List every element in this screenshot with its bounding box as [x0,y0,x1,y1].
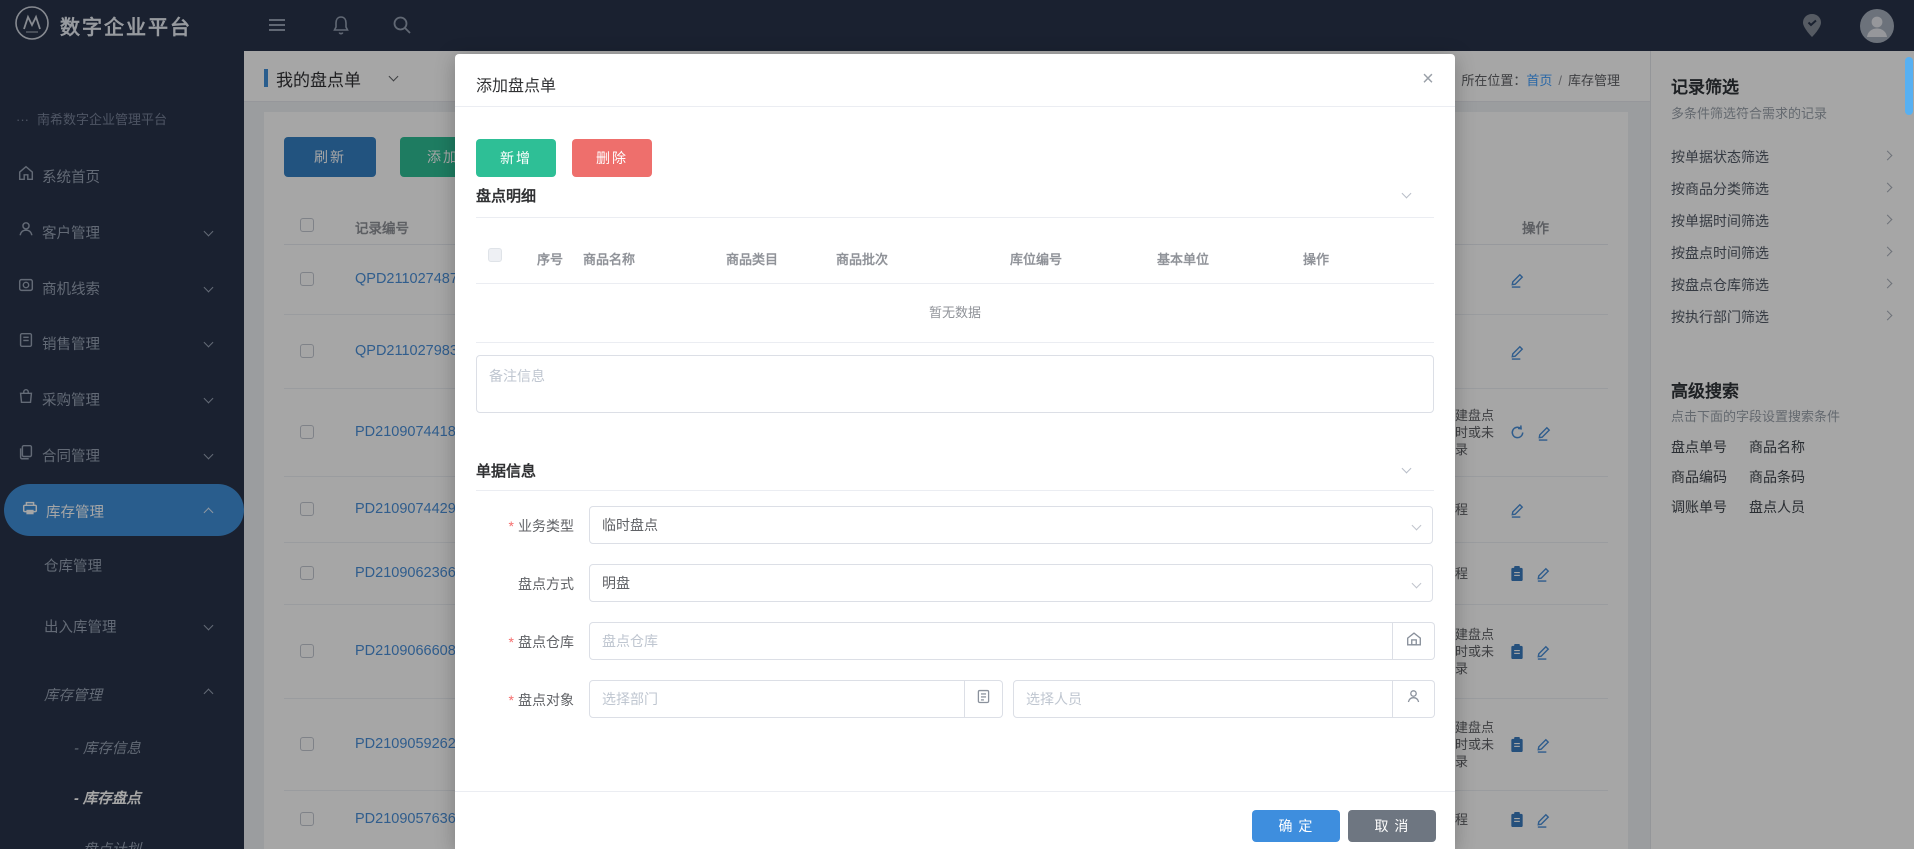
divider [455,791,1455,792]
detail-col-actions: 操作 [1303,249,1329,268]
chevron-down-icon [1412,579,1422,589]
user-icon [1405,688,1422,710]
select-department-input[interactable] [589,680,965,718]
detail-section-title: 盘点明细 [476,185,536,206]
department-picker-button[interactable] [965,680,1003,718]
required-mark: * [509,634,514,650]
detail-col-batch: 商品批次 [836,249,888,268]
new-row-button[interactable]: 新增 [476,139,556,177]
count-method-value: 明盘 [602,573,630,593]
close-icon[interactable]: × [1413,64,1443,94]
detail-col-unit: 基本单位 [1157,249,1209,268]
business-type-select[interactable]: 临时盘点 [589,506,1433,544]
detail-col-location: 库位编号 [1010,249,1062,268]
divider [476,490,1434,491]
count-method-select[interactable]: 明盘 [589,564,1433,602]
detail-col-category: 商品类目 [726,249,778,268]
delete-row-button[interactable]: 删除 [572,139,652,177]
warehouse-input[interactable] [589,622,1393,660]
business-type-value: 临时盘点 [602,515,658,535]
detail-select-all-checkbox[interactable] [488,248,502,262]
divider [476,342,1434,343]
warehouse-icon [1405,630,1423,653]
person-picker-button[interactable] [1393,680,1435,718]
count-target-label: *盘点对象 [455,690,574,710]
remark-textarea[interactable] [476,355,1434,413]
form-section-title: 单据信息 [476,460,536,481]
required-mark: * [509,692,514,708]
count-method-label: 盘点方式 [455,574,574,594]
department-icon [975,688,992,710]
warehouse-label: *盘点仓库 [455,632,574,652]
empty-data-text: 暂无数据 [455,302,1455,321]
cancel-button[interactable]: 取 消 [1348,810,1436,842]
chevron-down-icon[interactable] [1402,464,1412,474]
confirm-button[interactable]: 确 定 [1252,810,1340,842]
required-mark: * [509,518,514,534]
chevron-down-icon [1412,521,1422,531]
detail-col-seq: 序号 [537,249,563,268]
divider [476,217,1434,218]
business-type-label: *业务类型 [455,516,574,536]
divider [455,106,1455,107]
add-count-sheet-modal: 添加盘点单 × 新增 删除 盘点明细 序号 商品名称 商品类目 商品批次 库位编… [455,54,1455,849]
divider [476,283,1434,284]
modal-title: 添加盘点单 [476,72,556,96]
warehouse-picker-button[interactable] [1393,622,1435,660]
chevron-down-icon[interactable] [1402,189,1412,199]
scrollbar-thumb[interactable] [1905,57,1913,115]
detail-col-product-name: 商品名称 [583,249,635,268]
select-person-input[interactable] [1013,680,1393,718]
